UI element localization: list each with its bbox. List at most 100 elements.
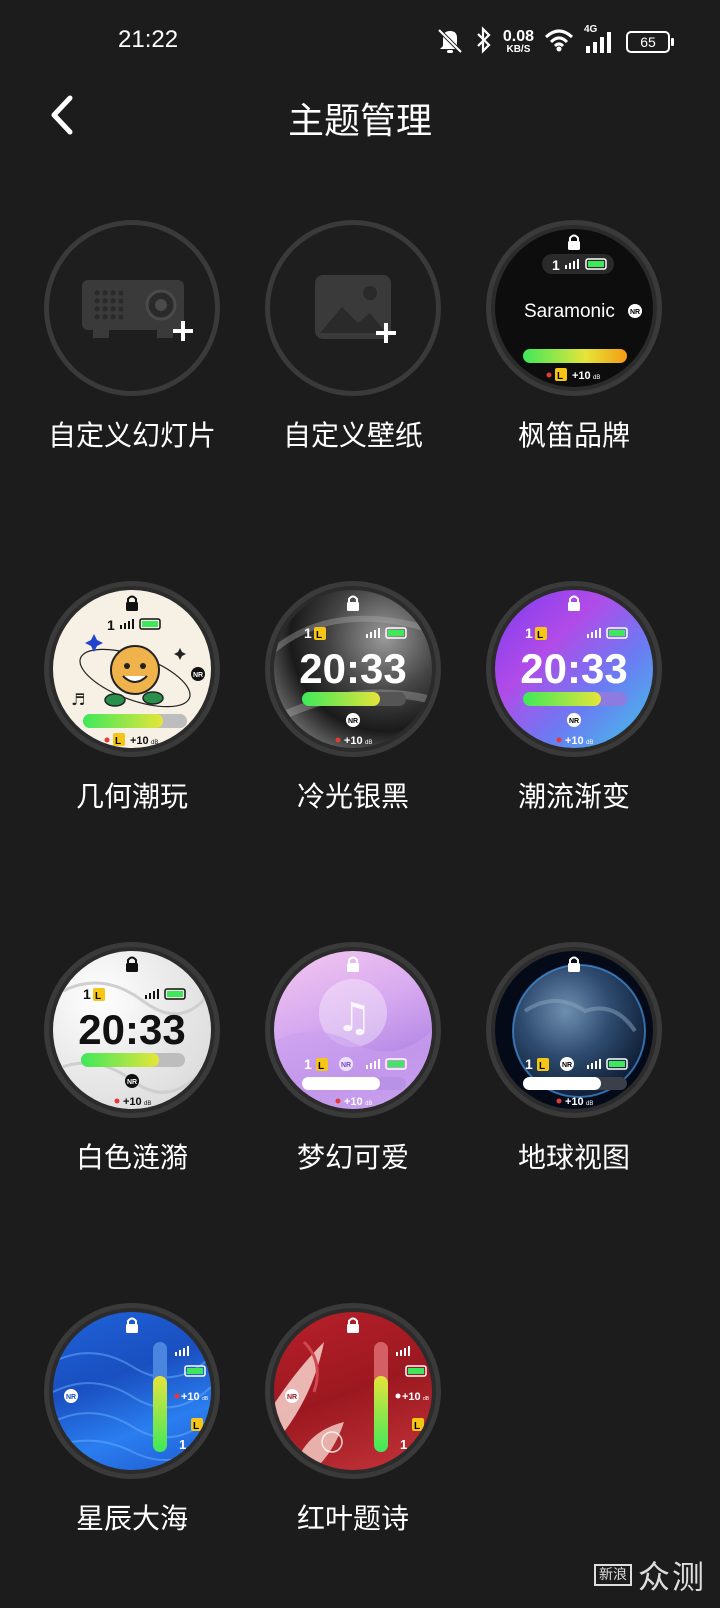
nr-badge: NR [66,1394,76,1401]
bluetooth-icon [475,26,493,58]
theme-item-white-ripple[interactable]: 1 L 20:33 NR +10 dB 白色涟漪 [32,942,232,1202]
battery-indicator: 65 [626,31,674,53]
l-badge: L [539,1061,545,1072]
channel-number: 1 [400,1437,407,1452]
lock-icon [126,595,138,611]
theme-item-red-leaf[interactable]: NR +10 dB L 1 红叶题诗 [253,1303,453,1563]
theme-item-star-sea[interactable]: NR +10 dB L 1 星辰大海 [32,1303,232,1563]
gain-value: +10 [572,370,591,382]
channel-number: 1 [83,986,91,1002]
projector-add-icon [82,280,193,341]
theme-label: 自定义幻灯片 [47,419,216,452]
network-type: 4G [584,24,598,35]
l-badge: L [95,991,101,1002]
watermark-box: 新浪 [593,1564,632,1586]
gain-value: +10 [181,1391,200,1403]
clock-time: 20:33 [520,645,627,692]
theme-item-geometric[interactable]: 1 ♬ NR L +10 dB 几何潮玩 [32,581,232,841]
theme-preview [44,220,220,396]
lock-icon [347,956,359,972]
l-badge: L [115,736,121,747]
svg-text:♬: ♬ [71,690,85,709]
nr-badge: NR [348,718,358,725]
gain-unit: dB [593,375,600,381]
lock-icon [568,595,580,611]
page-title: 主题管理 [287,101,432,142]
net-speed: 0.08 KB/S [503,29,534,55]
image-add-icon [315,275,396,343]
net-speed-unit: KB/S [506,44,531,55]
watermark-text: 众测 [637,1558,706,1596]
brand-text: Saramonic [524,301,615,322]
gain-value: +10 [344,735,363,747]
gain-unit: dB [151,740,158,746]
watch-face: 1 L NR +10 dB [495,951,653,1109]
theme-item-brand[interactable]: 1 Saramonic NR L +10 dB 枫笛品牌 [474,220,674,480]
channel-number: 1 [304,1056,312,1072]
l-badge: L [537,630,543,641]
watch-face: 1 L 20:33 NR +10 dB [274,590,432,748]
lock-icon [568,956,580,972]
theme-preview: 1 Saramonic NR L +10 dB [486,220,662,396]
theme-preview: NR +10 dB L 1 [44,1303,220,1479]
gain-unit: dB [586,740,593,746]
gain-value: +10 [402,1391,421,1403]
status-time: 21:22 [118,26,179,53]
mute-bell-icon [435,26,465,58]
channel-number: 1 [304,625,312,641]
theme-item-dreamy[interactable]: ♫ 1 L NR +10 dB 梦幻可爱 [253,942,453,1202]
theme-label: 自定义壁纸 [282,419,423,452]
channel-number: 1 [107,617,115,633]
gain-value: +10 [565,1096,584,1108]
theme-label: 地球视图 [517,1141,630,1174]
wifi-icon [544,28,574,56]
signal-icon: 4G [584,24,616,54]
theme-preview: NR +10 dB L 1 [265,1303,441,1479]
theme-label: 梦幻可爱 [296,1141,409,1174]
nr-badge: NR [193,672,203,679]
theme-label: 冷光银黑 [296,780,409,813]
gain-unit: dB [202,1396,209,1402]
theme-preview: 1 L 20:33 NR +10 dB [265,581,441,757]
theme-item-silver-black[interactable]: 1 L 20:33 NR +10 dB 冷光银黑 [253,581,453,841]
nr-badge: NR [569,718,579,725]
app-header: 主题管理 [0,80,720,150]
watch-face: 1 ♬ NR L +10 dB [53,590,211,748]
theme-preview: 1 L NR +10 dB [486,942,662,1118]
gain-unit: dB [144,1101,151,1107]
channel-number: 1 [525,625,533,641]
theme-item-trend-gradient[interactable]: 1 L 20:33 NR +10 dB 潮流渐变 [474,581,674,841]
watch-face: 1 L 20:33 NR +10 dB [495,590,653,748]
theme-preview: 1 ♬ NR L +10 dB [44,581,220,757]
theme-label: 星辰大海 [75,1502,188,1535]
theme-preview [265,220,441,396]
nr-badge: NR [127,1079,137,1086]
channel-number: 1 [552,257,560,273]
nr-badge: NR [630,309,640,316]
status-icons: 0.08 KB/S 4G 65 [435,24,674,58]
svg-text:♫: ♫ [336,995,372,1041]
theme-preview: ♫ 1 L NR +10 dB [265,942,441,1118]
gain-value: +10 [565,735,584,747]
l-badge: L [193,1421,199,1432]
gain-unit: dB [365,740,372,746]
nr-badge: NR [562,1062,572,1069]
watch-face: NR +10 dB L 1 [274,1312,432,1470]
nr-badge: NR [341,1062,351,1069]
lock-icon [347,595,359,611]
theme-label: 红叶题诗 [296,1502,409,1535]
watch-face: ♫ 1 L NR +10 dB [274,951,432,1109]
clock-time: 20:33 [78,1006,185,1053]
theme-label: 枫笛品牌 [517,419,630,452]
theme-preview: 1 L 20:33 NR +10 dB [486,581,662,757]
theme-item-custom-slideshow[interactable]: 自定义幻灯片 [32,220,232,480]
theme-item-earth[interactable]: 1 L NR +10 dB 地球视图 [474,942,674,1202]
theme-label: 几何潮玩 [75,780,188,813]
l-badge: L [557,371,563,382]
theme-label: 潮流渐变 [517,780,630,813]
theme-item-custom-wallpaper[interactable]: 自定义壁纸 [253,220,453,480]
lock-icon [347,1317,359,1333]
clock-time: 20:33 [299,645,406,692]
lock-icon [568,234,580,250]
lock-icon [126,1317,138,1333]
